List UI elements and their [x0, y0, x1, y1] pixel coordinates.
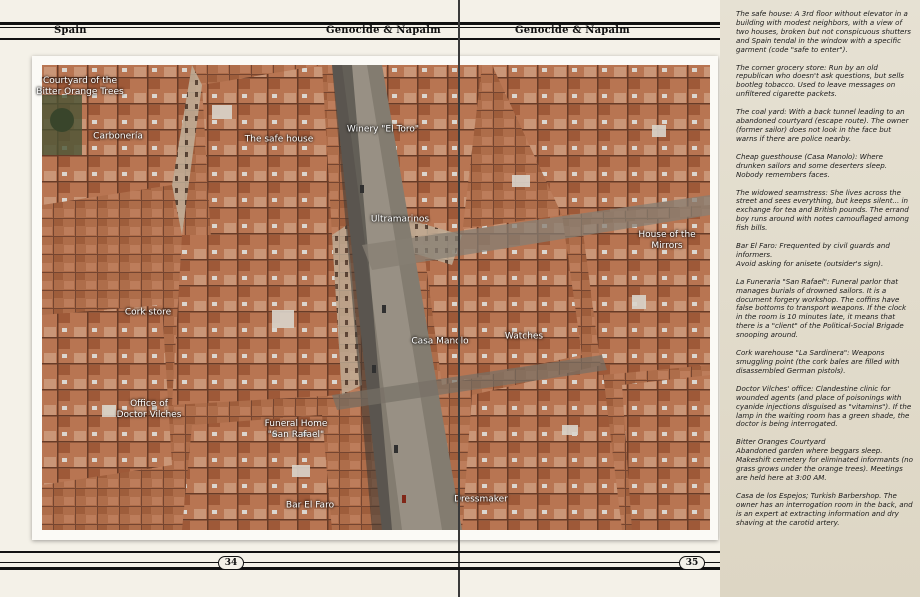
header-left-title: Spain [54, 25, 87, 36]
note-guesthouse: Cheap guesthouse (Casa Manolo): Where dr… [736, 151, 888, 179]
map-label-watches: Watches [504, 331, 544, 342]
map-label-house-of-mirrors: House of the Mirrors [638, 230, 696, 251]
footer-rule [0, 551, 720, 553]
book-spine [458, 0, 460, 597]
page-number-right: 35 [679, 556, 705, 570]
note-cork-warehouse: Cork warehouse "La Sardinera": Weapons s… [736, 348, 900, 375]
book-spread: Spain Genocide & Napalm Genocide & Napal… [0, 0, 720, 597]
notes-panel: The safe house: A 3rd floor without elev… [720, 0, 920, 597]
note-doctor-vilches: Doctor Vilches' office: Clandestine clin… [736, 383, 912, 429]
note-bar-el-faro: Bar El Faro: Frequented by civil guards … [736, 241, 890, 268]
map-label-funeral-home: Funeral Home "San Rafael" [264, 419, 328, 440]
note-seamstress: The widowed seamstress: She lives across… [736, 187, 909, 233]
footer-rule-thin [0, 562, 720, 563]
note-casa-espejos: Casa de los Espejos; Turkish Barbershop.… [736, 490, 913, 527]
footer-rule-bottom [0, 567, 720, 570]
note-coal-yard: The coal yard: With a back tunnel leadin… [736, 107, 909, 143]
page-number-left: 34 [218, 556, 244, 570]
note-grocery-store: The corner grocery store: Run by an old … [736, 62, 904, 99]
map-label-dressmaker: Dressmaker [454, 494, 508, 505]
map-label-office-vilches: Office of Doctor Vilches [116, 399, 182, 420]
header-center-right-title: Genocide & Napalm [515, 25, 630, 36]
map-label-carboneria: Carbonería [93, 131, 143, 142]
map-label-ultramarinos: Ultramarinos [370, 214, 430, 225]
map-label-casa-manolo: Casa Manolo [411, 336, 469, 347]
map-label-bar-el-faro: Bar El Faro [285, 500, 335, 511]
map-label-winery: Winery "El Toro" [346, 124, 420, 135]
map-label-cork-store: Cork store [124, 307, 172, 318]
note-bitter-oranges: Bitter Oranges Courtyard Abandoned garde… [736, 437, 913, 482]
map-label-courtyard: Courtyard of the Bitter Orange Trees [36, 76, 124, 97]
header-center-left-title: Genocide & Napalm [326, 25, 441, 36]
note-safe-house: The safe house: A 3rd floor without elev… [736, 9, 911, 54]
header-rule-bottom [0, 38, 720, 40]
map-label-safe-house: The safe house [244, 134, 314, 145]
note-funeraria: La Funeraria "San Rafael": Funeral parlo… [736, 276, 907, 340]
